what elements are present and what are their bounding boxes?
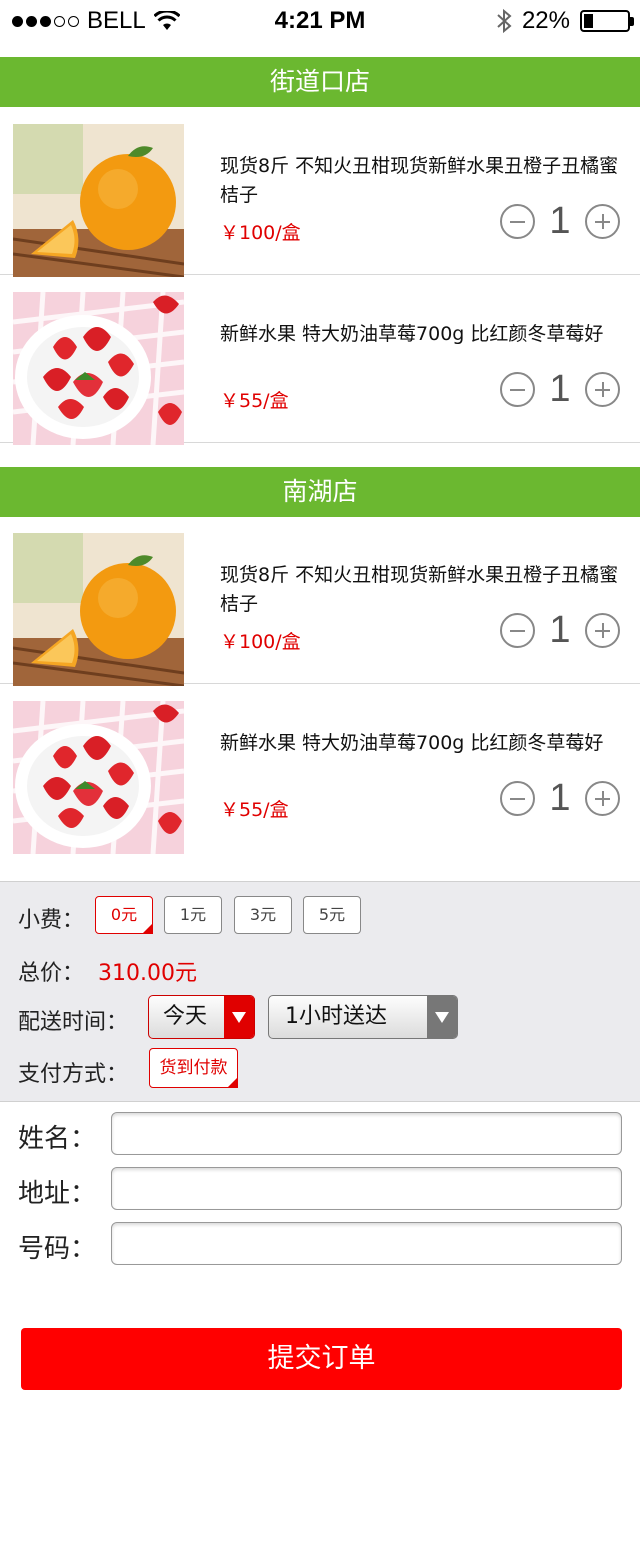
strawberry-product-image[interactable] <box>13 701 184 854</box>
bluetooth-icon <box>497 8 512 34</box>
product-price: ￥55/盒 <box>220 390 289 412</box>
product-price: ￥55/盒 <box>220 799 289 821</box>
tip-option-1[interactable]: 1元 <box>164 896 222 934</box>
tip-option-0[interactable]: 0元 <box>95 896 153 934</box>
orange-product-image[interactable] <box>13 124 184 277</box>
tip-label: 小费： <box>18 908 85 933</box>
payment-method-label: 支付方式： <box>18 1062 129 1087</box>
product-price: ￥100/盒 <box>220 222 301 244</box>
quantity-stepper: 1 <box>500 609 620 652</box>
tip-option-3[interactable]: 3元 <box>234 896 292 934</box>
address-label: 地址： <box>18 1179 97 1209</box>
delivery-window-select[interactable]: 1小时送达 <box>268 995 458 1039</box>
decrease-quantity-button[interactable] <box>500 372 535 407</box>
quantity-value: 1 <box>549 368 571 410</box>
phone-field[interactable] <box>111 1222 622 1265</box>
increase-quantity-button[interactable] <box>585 204 620 239</box>
order-options-panel: 小费： 0元 1元 3元 5元 总价： 310.00元 配送时间： 今天 1小时… <box>0 881 640 1102</box>
delivery-window-value: 1小时送达 <box>285 1004 387 1029</box>
quantity-stepper: 1 <box>500 200 620 243</box>
product-title: 新鲜水果 特大奶油草莓700g 比红颜冬草莓好 <box>220 323 604 345</box>
chevron-down-icon <box>224 996 254 1038</box>
product-title: 新鲜水果 特大奶油草莓700g 比红颜冬草莓好 <box>220 732 604 754</box>
store-header-jiedaokou: 街道口店 <box>0 57 640 107</box>
name-field[interactable] <box>111 1112 622 1155</box>
cart-item: 现货8斤 不知火丑柑现货新鲜水果丑橙子丑橘蜜桔子 ￥100/盒 1 <box>0 517 640 686</box>
status-bar: BELL 4:21 PM 22% <box>0 0 640 42</box>
decrease-quantity-button[interactable] <box>500 613 535 648</box>
decrease-quantity-button[interactable] <box>500 781 535 816</box>
total-price: 310.00元 <box>98 961 197 986</box>
quantity-stepper: 1 <box>500 777 620 820</box>
tip-option-5[interactable]: 5元 <box>303 896 361 934</box>
strawberry-product-image[interactable] <box>13 292 184 445</box>
phone-label: 号码： <box>18 1234 97 1264</box>
delivery-time-label: 配送时间： <box>18 1010 129 1035</box>
quantity-value: 1 <box>549 777 571 819</box>
cart-item: 新鲜水果 特大奶油草莓700g 比红颜冬草莓好 ￥55/盒 1 <box>0 685 640 854</box>
quantity-stepper: 1 <box>500 368 620 411</box>
total-label: 总价： <box>18 961 85 986</box>
increase-quantity-button[interactable] <box>585 372 620 407</box>
increase-quantity-button[interactable] <box>585 613 620 648</box>
delivery-day-select[interactable]: 今天 <box>148 995 255 1039</box>
payment-cod-option[interactable]: 货到付款 <box>149 1048 238 1088</box>
battery-percentage: 22% <box>521 7 570 34</box>
increase-quantity-button[interactable] <box>585 781 620 816</box>
battery-icon <box>580 10 634 32</box>
name-label: 姓名： <box>18 1124 97 1154</box>
chevron-down-icon <box>427 996 457 1038</box>
orange-product-image[interactable] <box>13 533 184 686</box>
address-field[interactable] <box>111 1167 622 1210</box>
quantity-value: 1 <box>549 200 571 242</box>
store-header-nanhu: 南湖店 <box>0 467 640 517</box>
cart-item: 现货8斤 不知火丑柑现货新鲜水果丑橙子丑橘蜜桔子 ￥100/盒 1 <box>0 108 640 277</box>
quantity-value: 1 <box>549 609 571 651</box>
product-price: ￥100/盒 <box>220 631 301 653</box>
submit-order-button[interactable]: 提交订单 <box>21 1328 622 1390</box>
delivery-day-value: 今天 <box>163 1004 208 1029</box>
cart-item: 新鲜水果 特大奶油草莓700g 比红颜冬草莓好 ￥55/盒 1 <box>0 276 640 445</box>
decrease-quantity-button[interactable] <box>500 204 535 239</box>
